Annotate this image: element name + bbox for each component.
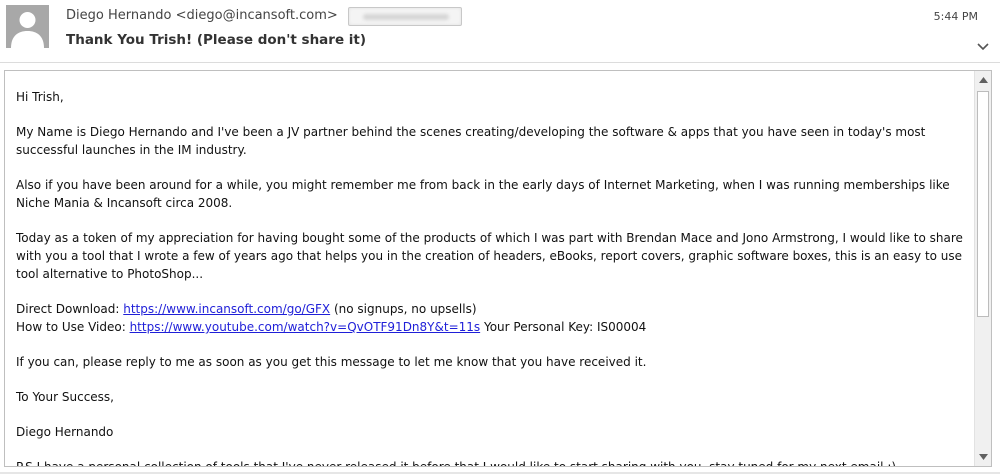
scrollbar-thumb[interactable] [977,91,989,317]
download-label: Direct Download: [16,302,124,316]
closing: To Your Success, [16,390,114,404]
paragraph-history: Also if you have been around for a while… [16,178,950,210]
sender-address[interactable]: Diego Hernando <diego@incansoft.com> [66,8,338,23]
message-body-pane[interactable]: Hi Trish, My Name is Diego Hernando and … [4,70,992,467]
message-header: Diego Hernando <diego@incansoft.com> Tha… [0,0,1000,62]
download-note: (no signups, no upsells) [330,302,477,316]
redacted-recipient [363,14,449,20]
person-silhouette-icon [6,5,49,48]
links-block: Direct Download: https://www.incansoft.c… [16,300,971,336]
personal-key: Your Personal Key: IS00004 [480,320,647,334]
scroll-down-arrow-icon[interactable] [976,449,991,465]
recipient-chip[interactable] [348,7,462,26]
video-link[interactable]: https://www.youtube.com/watch?v=QvOTF91D… [130,320,481,334]
greeting: Hi Trish, [16,90,64,104]
download-link[interactable]: https://www.incansoft.com/go/GFX [123,302,330,316]
email-content: Hi Trish, My Name is Diego Hernando and … [16,88,971,467]
paragraph-offer: Today as a token of my appreciation for … [16,231,963,281]
paragraph-reply-request: If you can, please reply to me as soon a… [16,355,647,369]
email-subject: Thank You Trish! (Please don't share it) [66,32,367,48]
paragraph-intro: My Name is Diego Hernando and I've been … [16,125,926,157]
received-time: 5:44 PM [933,10,978,23]
video-label: How to Use Video: [16,320,130,334]
chevron-down-icon[interactable] [976,38,990,52]
vertical-scrollbar[interactable] [974,71,991,466]
postscript: P.S I have a personal collection of tool… [16,460,897,467]
header-divider [0,62,1000,63]
signature: Diego Hernando [16,425,114,439]
scroll-up-arrow-icon[interactable] [976,72,991,88]
